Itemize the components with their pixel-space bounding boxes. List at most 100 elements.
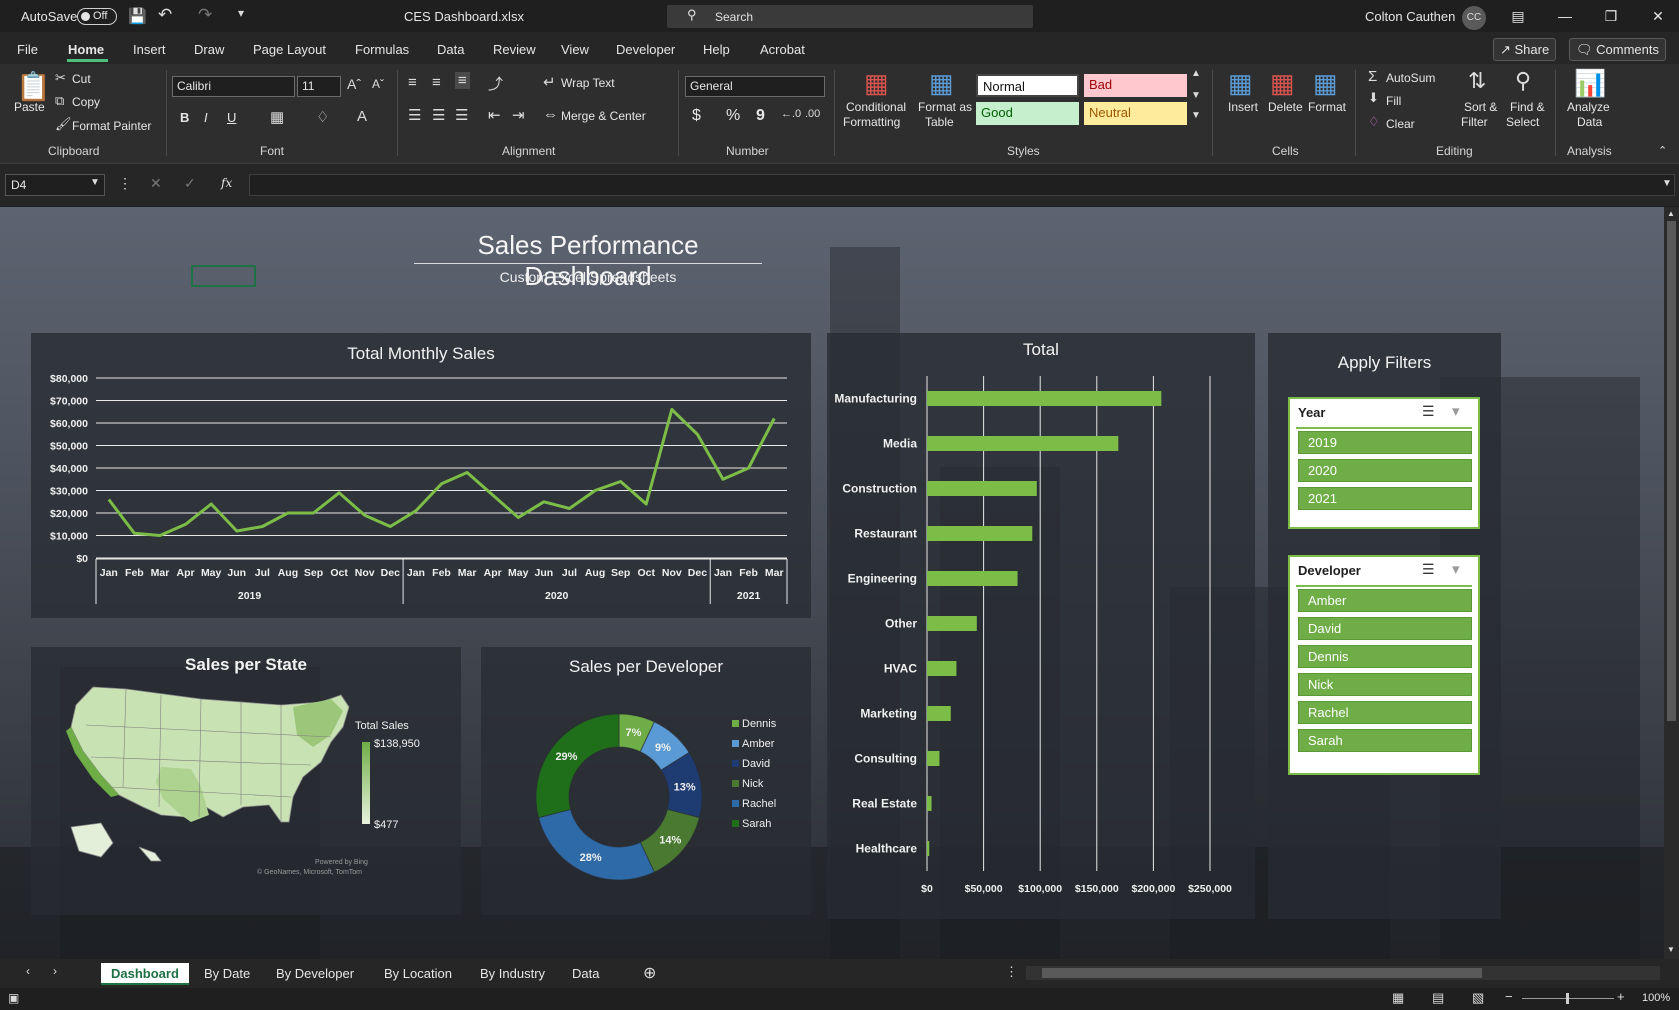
tab-dashboard[interactable]: Dashboard [101,963,189,985]
slicer-item-2020[interactable]: 2020 [1298,459,1472,482]
sort-filter-icon[interactable]: ⇅ [1468,68,1486,94]
style-neutral[interactable]: Neutral [1084,102,1187,125]
insert-cells-button[interactable]: Insert [1228,100,1258,114]
style-normal[interactable]: Normal [976,74,1079,97]
currency-button[interactable]: $ [692,107,701,125]
font-size-select[interactable]: 11 [297,76,341,97]
zoom-level[interactable]: 100% [1642,992,1670,1004]
insert-function-button[interactable]: fx [221,176,232,190]
normal-view-icon[interactable]: ▦ [1392,990,1404,1006]
page-layout-view-icon[interactable]: ▤ [1432,990,1444,1006]
formula-input[interactable] [249,174,1675,196]
slicer-item-amber[interactable]: Amber [1298,589,1472,612]
collapse-ribbon-icon[interactable]: ⌃ [1658,144,1667,157]
user-name[interactable]: Colton Cauthen [1365,9,1455,24]
save-icon[interactable]: 💾 [128,7,147,25]
menu-draw[interactable]: Draw [194,42,224,57]
format-cells-icon[interactable]: ▦ [1313,68,1338,99]
multi-select-icon[interactable]: ☰ [1422,561,1435,578]
customize-toolbar-icon[interactable]: ▾ [238,6,244,20]
tab-scroll-left-icon[interactable]: ‹ [26,964,30,978]
menu-page-layout[interactable]: Page Layout [253,42,326,57]
sort-filter-label-2[interactable]: Filter [1461,115,1488,129]
increase-font-icon[interactable]: Aˆ [347,76,361,92]
analyze-data-label-2[interactable]: Data [1577,115,1602,129]
scroll-thumb[interactable] [1667,221,1676,721]
tab-scroll-right-icon[interactable]: › [53,964,57,978]
slicer-item-rachel[interactable]: Rachel [1298,701,1472,724]
find-select-icon[interactable]: ⚲ [1515,68,1531,94]
align-bottom-icon[interactable]: ≡ [455,72,470,89]
decrease-font-icon[interactable]: Aˇ [372,77,384,91]
tab-by-location[interactable]: By Location [374,963,462,985]
slicer-item-sarah[interactable]: Sarah [1298,729,1472,752]
tab-by-industry[interactable]: By Industry [470,963,555,985]
menu-formulas[interactable]: Formulas [355,42,409,57]
sort-filter-label-1[interactable]: Sort & [1464,100,1497,114]
copy-icon[interactable]: ⧉ [55,93,64,109]
zoom-out-icon[interactable]: − [1505,989,1513,1004]
scroll-up-icon[interactable]: ▲ [1667,209,1675,218]
orientation-icon[interactable]: ⤴ [488,73,503,94]
insert-cells-icon[interactable]: ▦ [1228,68,1253,99]
styles-more-icon[interactable]: ▼ [1191,110,1201,121]
file-name[interactable]: CES Dashboard.xlsx [404,9,524,24]
menu-home[interactable]: Home [68,42,104,57]
menu-acrobat[interactable]: Acrobat [760,42,805,57]
format-as-table-label-1[interactable]: Format as [918,100,972,114]
format-as-table-label-2[interactable]: Table [925,115,954,129]
menu-review[interactable]: Review [493,42,536,57]
find-select-label-1[interactable]: Find & [1510,100,1545,114]
tab-split-icon[interactable]: ⋮ [1005,964,1018,980]
slicer-item-2019[interactable]: 2019 [1298,431,1472,454]
minimize-icon[interactable]: — [1555,6,1575,26]
merge-center-icon[interactable]: ⇔ [543,106,558,123]
clear-filter-icon[interactable]: ▾ [1452,402,1460,420]
close-icon[interactable]: ✕ [1648,6,1668,26]
multi-select-icon[interactable]: ☰ [1422,403,1435,420]
font-color-icon[interactable]: A [357,108,367,125]
format-as-table-icon[interactable]: ▦ [929,68,954,99]
italic-button[interactable]: I [204,110,208,125]
horizontal-scrollbar[interactable] [1026,966,1660,980]
clear-filter-icon[interactable]: ▾ [1452,560,1460,578]
align-top-icon[interactable]: ≡ [408,74,417,91]
menu-insert[interactable]: Insert [133,42,166,57]
paste-button[interactable]: Paste [14,100,45,114]
search-box[interactable]: ⚲ Search [667,5,1033,28]
macro-record-icon[interactable]: ▣ [8,991,19,1005]
cut-button[interactable]: Cut [72,72,91,86]
conditional-formatting-label-1[interactable]: Conditional [846,100,906,114]
menu-file[interactable]: File [17,42,38,57]
conditional-formatting-icon[interactable]: ▦ [864,68,889,99]
selected-cell[interactable] [191,265,256,287]
fill-color-icon[interactable]: ♢ [316,108,329,126]
undo-icon[interactable]: ↶ [158,5,172,25]
increase-indent-icon[interactable]: ⇥ [512,106,525,124]
underline-button[interactable]: U [227,110,236,125]
bold-button[interactable]: B [180,110,189,125]
slicer-item-2021[interactable]: 2021 [1298,487,1472,510]
tab-by-date[interactable]: By Date [194,963,260,985]
increase-decimal-icon[interactable]: ←.0 [781,108,801,120]
styles-scroll-down-icon[interactable]: ▼ [1191,90,1201,101]
analyze-data-label-1[interactable]: Analyze [1567,100,1610,114]
wrap-text-button[interactable]: Wrap Text [561,76,615,90]
align-right-icon[interactable]: ☰ [455,106,468,124]
share-button[interactable]: ↗ Share [1493,38,1557,61]
zoom-slider-thumb[interactable] [1566,993,1569,1004]
page-break-view-icon[interactable]: ▧ [1472,990,1484,1006]
conditional-formatting-label-2[interactable]: Formatting [843,115,900,129]
styles-scroll-up-icon[interactable]: ▲ [1191,68,1201,79]
autosave-toggle[interactable]: Off [77,8,117,25]
name-box-dropdown-icon[interactable]: ▼ [90,177,100,188]
avatar[interactable]: CC [1462,6,1486,30]
analyze-data-icon[interactable]: 📊 [1574,68,1606,99]
enter-icon[interactable]: ✓ [184,175,196,192]
vertical-scrollbar[interactable]: ▲ ▼ [1664,207,1679,959]
cut-icon[interactable]: ✂ [55,70,66,86]
menu-help[interactable]: Help [703,42,730,57]
copy-button[interactable]: Copy [72,95,100,109]
borders-icon[interactable]: ▦ [270,108,284,126]
decrease-indent-icon[interactable]: ⇤ [488,106,501,124]
